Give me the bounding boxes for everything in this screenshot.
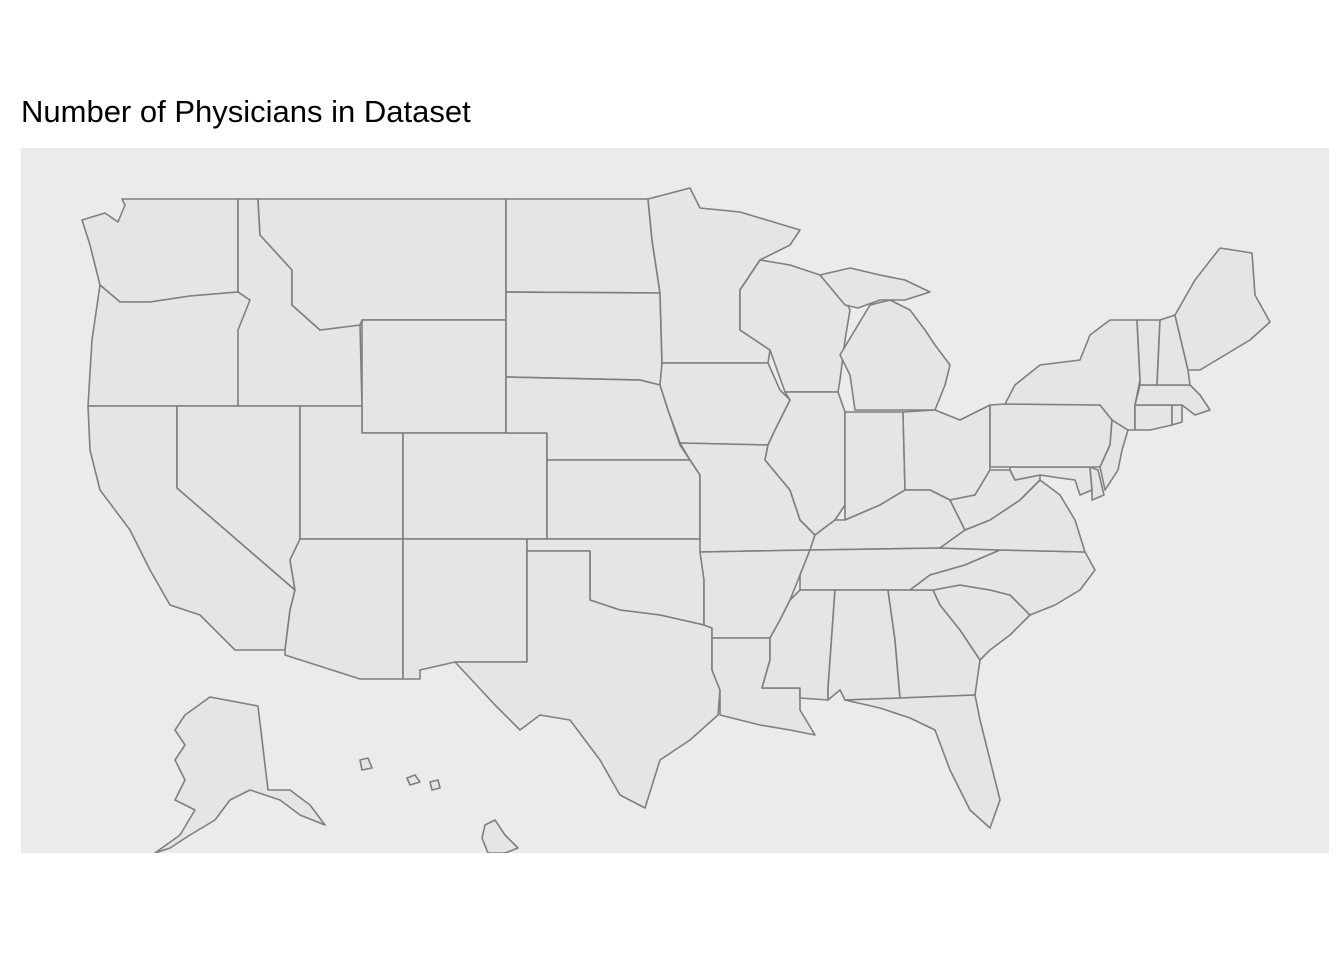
- state-new-mexico: [402, 538, 528, 680]
- state-hawaii: [359, 757, 519, 853]
- state-florida: [844, 694, 1001, 829]
- map-title: Number of Physicians in Dataset: [21, 94, 471, 129]
- state-kansas: [546, 459, 701, 540]
- state-alaska: [154, 696, 326, 853]
- state-pennsylvania: [989, 403, 1113, 468]
- state-michigan: [839, 299, 951, 411]
- state-alabama: [827, 589, 901, 701]
- state-ohio: [902, 404, 991, 501]
- state-connecticut: [1134, 404, 1173, 431]
- state-south-dakota: [505, 291, 663, 386]
- state-oregon: [87, 284, 251, 407]
- state-vermont: [1136, 319, 1161, 386]
- us-map: [81, 187, 1271, 853]
- map-panel: [21, 148, 1329, 853]
- state-wyoming: [361, 319, 507, 434]
- state-iowa: [659, 362, 791, 446]
- state-arizona: [284, 538, 404, 680]
- state-washington: [81, 198, 239, 303]
- state-north-dakota: [505, 198, 661, 294]
- state-rhode-island: [1171, 404, 1183, 426]
- state-maine: [1174, 247, 1271, 371]
- state-colorado: [402, 432, 548, 540]
